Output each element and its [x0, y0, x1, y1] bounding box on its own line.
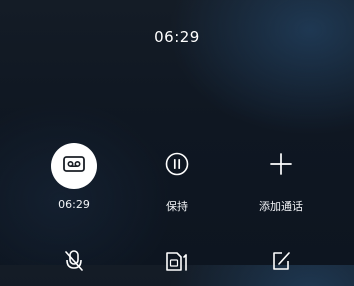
add-call-label: 添加通话 [259, 200, 303, 213]
call-timer: 06:29 [154, 28, 200, 46]
record-duration-label: 06:29 [58, 198, 90, 211]
hold-control: 保持 [122, 143, 232, 214]
plus-icon [270, 153, 292, 179]
cassette-tape-icon [63, 156, 85, 176]
add-call-control: 添加通话 [226, 143, 336, 214]
notes-button[interactable] [258, 240, 304, 286]
mute-button[interactable] [51, 240, 97, 286]
edit-note-icon [270, 250, 292, 276]
microphone-off-icon [63, 249, 85, 277]
record-control: 06:29 [19, 143, 129, 211]
record-button[interactable] [51, 143, 97, 189]
add-call-button[interactable] [258, 143, 304, 189]
hold-label: 保持 [166, 200, 188, 213]
pause-circle-icon [165, 152, 189, 180]
sim-switch-button[interactable] [154, 240, 200, 286]
hold-button[interactable] [154, 143, 200, 189]
sim-control [122, 240, 232, 286]
mute-control [19, 240, 129, 286]
sim-card-1-icon [164, 250, 190, 276]
notes-control [226, 240, 336, 286]
